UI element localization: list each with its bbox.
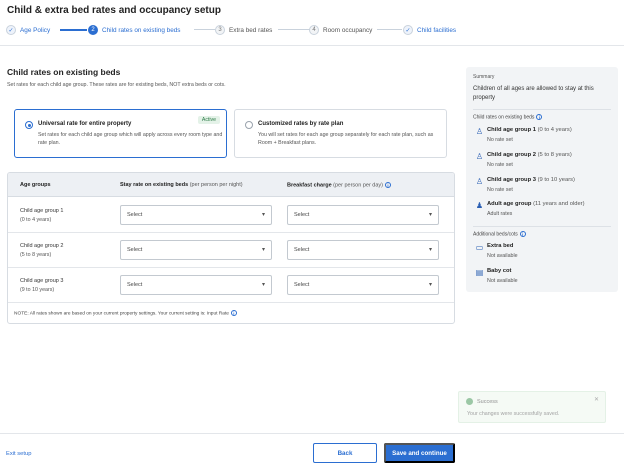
stay-rate-select[interactable]: Select ▾	[120, 205, 272, 225]
section-title: Child rates on existing beds	[7, 67, 121, 77]
cot-icon: ▤	[475, 268, 484, 277]
stepper-connector	[60, 29, 87, 31]
breakfast-charge-select[interactable]: Select ▾	[287, 205, 439, 225]
age-group-range: (0 to 4 years)	[20, 217, 52, 223]
adult-icon: ♟	[475, 201, 484, 210]
stay-rate-select[interactable]: Select ▾	[120, 275, 272, 295]
age-group-range: (9 to 10 years)	[20, 287, 55, 293]
table-header: Age groups Stay rate on existing beds (p…	[8, 173, 454, 197]
summary-item-extra-bed: ▭ Extra bed Not available	[475, 243, 518, 259]
child-rates-table: Age groups Stay rate on existing beds (p…	[7, 172, 455, 324]
toast-message: Your changes were successfully saved.	[467, 411, 560, 417]
summary-item-child-2: ♙ Child age group 2 (5 to 8 years) No ra…	[475, 152, 572, 168]
bed-icon: ▭	[475, 243, 484, 252]
option-title: Customized rates by rate plan	[258, 121, 344, 127]
info-icon[interactable]: i	[536, 114, 543, 120]
stepper-connector	[194, 29, 215, 30]
info-icon[interactable]: i	[230, 310, 237, 316]
summary-beds-heading: Additional beds/cots i	[473, 231, 526, 237]
radio-universal[interactable]	[25, 121, 33, 129]
summary-divider	[473, 109, 611, 110]
chevron-down-icon: ▾	[261, 212, 265, 218]
summary-item-child-3: ♙ Child age group 3 (9 to 10 years) No r…	[475, 177, 575, 193]
step-number: 4	[309, 25, 319, 35]
exit-setup-link[interactable]: Exit setup	[6, 451, 31, 457]
breakfast-charge-select[interactable]: Select ▾	[287, 240, 439, 260]
table-row: Child age group 2 (5 to 8 years) Select …	[8, 233, 454, 268]
header-age-groups: Age groups	[20, 182, 51, 188]
stepper-connector	[377, 29, 402, 30]
age-group-name: Child age group 1	[20, 208, 64, 214]
summary-item-child-1: ♙ Child age group 1 (0 to 4 years) No ra…	[475, 127, 572, 143]
radio-customized[interactable]	[245, 121, 253, 129]
step-child-rates[interactable]: 2 Child rates on existing beds	[88, 24, 181, 36]
summary-lead: Children of all ages are allowed to stay…	[473, 86, 594, 101]
chevron-down-icon: ▾	[261, 282, 265, 288]
summary-item-adult: ♟ Adult age group (11 years and older) A…	[475, 201, 585, 217]
back-button[interactable]: Back	[313, 443, 377, 463]
age-group-name: Child age group 2	[20, 243, 64, 249]
close-icon[interactable]: ✕	[594, 396, 599, 403]
save-and-continue-button[interactable]: Save and continue	[384, 443, 455, 463]
child-icon: ♙	[475, 127, 484, 136]
option-customized-rates[interactable]: Customized rates by rate plan You will s…	[234, 109, 447, 158]
age-group-name: Child age group 3	[20, 278, 64, 284]
check-icon: ✓	[6, 25, 16, 35]
section-subtitle: Set rates for each child age group. Thes…	[7, 82, 226, 88]
child-icon: ♙	[475, 177, 484, 186]
step-child-facilities[interactable]: ✓ Child facilities	[403, 24, 456, 36]
footer-bar: Exit setup Back Save and continue	[0, 433, 624, 465]
chevron-down-icon: ▾	[428, 212, 432, 218]
step-label: Child facilities	[417, 26, 457, 34]
option-universal-rate[interactable]: Universal rate for entire property Set r…	[14, 109, 227, 158]
stepper: ✓ Age Policy 2 Child rates on existing b…	[6, 24, 618, 38]
child-icon: ♙	[475, 152, 484, 161]
chevron-down-icon: ▾	[428, 247, 432, 253]
table-row: Child age group 3 (9 to 10 years) Select…	[8, 268, 454, 303]
age-group-range: (5 to 8 years)	[20, 252, 52, 258]
info-icon[interactable]: i	[519, 231, 526, 237]
step-label: Child rates on existing beds	[102, 26, 181, 34]
header-breakfast: Breakfast charge (per person per day) i	[287, 182, 392, 188]
step-label: Age Policy	[20, 26, 51, 34]
summary-panel: Summary Children of all ages are allowed…	[466, 67, 618, 292]
step-label: Extra bed rates	[229, 26, 273, 34]
option-title: Universal rate for entire property	[38, 121, 132, 127]
breakfast-charge-select[interactable]: Select ▾	[287, 275, 439, 295]
info-icon[interactable]: i	[385, 182, 392, 188]
header-stay-rate: Stay rate on existing beds (per person p…	[120, 182, 243, 188]
active-badge: Active	[197, 116, 220, 124]
option-description: You will set rates for each age group se…	[258, 132, 434, 146]
summary-rates-heading: Child rates on existing beds i	[473, 114, 543, 120]
option-description: Set rates for each child age group which…	[38, 132, 223, 146]
summary-item-baby-cot: ▤ Baby cot Not available	[475, 268, 518, 284]
step-age-policy[interactable]: ✓ Age Policy	[6, 24, 50, 36]
header-divider	[0, 45, 624, 46]
success-toast: Success Your changes were successfully s…	[458, 391, 606, 423]
step-number: 2	[88, 25, 98, 35]
chevron-down-icon: ▾	[428, 282, 432, 288]
summary-title: Summary	[473, 74, 495, 80]
step-number: 3	[215, 25, 225, 35]
page-title: Child & extra bed rates and occupancy se…	[7, 5, 221, 16]
success-icon	[466, 398, 473, 405]
stay-rate-select[interactable]: Select ▾	[120, 240, 272, 260]
step-room-occupancy[interactable]: 4 Room occupancy	[309, 24, 372, 36]
check-icon: ✓	[403, 25, 413, 35]
rates-note: NOTE: All rates shown are based on your …	[14, 310, 237, 316]
step-extra-bed-rates[interactable]: 3 Extra bed rates	[215, 24, 272, 36]
table-row: Child age group 1 (0 to 4 years) Select …	[8, 198, 454, 233]
summary-divider	[473, 226, 611, 227]
stepper-connector	[278, 29, 310, 30]
step-label: Room occupancy	[323, 26, 373, 34]
chevron-down-icon: ▾	[261, 247, 265, 253]
toast-title: Success	[477, 399, 498, 405]
